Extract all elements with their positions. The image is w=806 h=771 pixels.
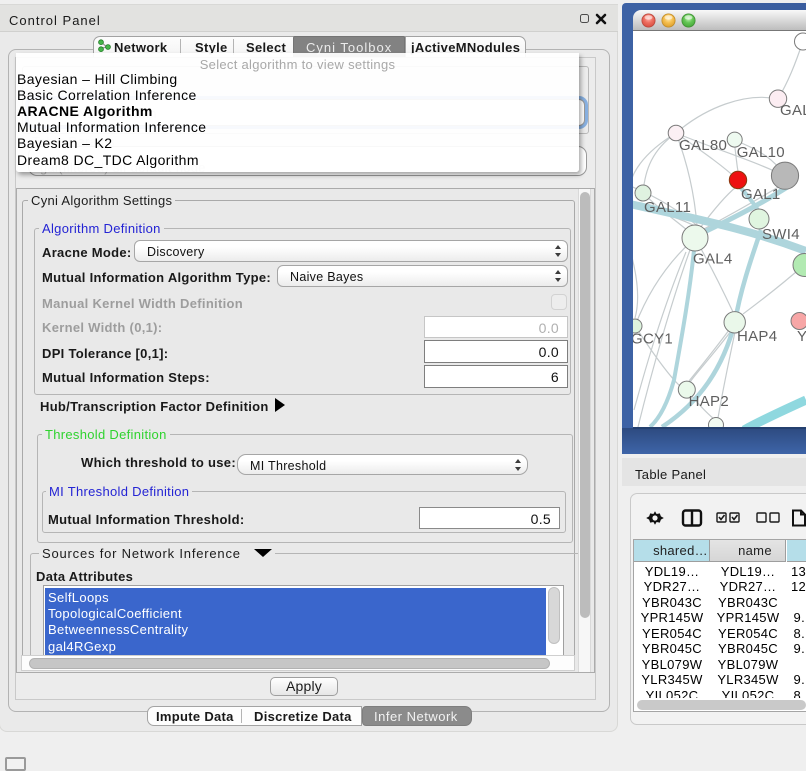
svg-text:GAL7: GAL7 [780, 102, 806, 119]
svg-text:GAL80: GAL80 [679, 137, 727, 154]
svg-text:HAP2: HAP2 [689, 393, 729, 410]
svg-text:GAL11: GAL11 [644, 199, 691, 216]
svg-text:Y: Y [797, 328, 806, 345]
svg-text:SWI4: SWI4 [762, 226, 800, 243]
svg-text:GAL1: GAL1 [741, 186, 781, 203]
svg-text:HAP4: HAP4 [737, 328, 777, 345]
svg-text:GAL4: GAL4 [693, 251, 733, 268]
svg-text:GCY1: GCY1 [633, 331, 673, 348]
svg-text:GAL10: GAL10 [737, 144, 785, 161]
